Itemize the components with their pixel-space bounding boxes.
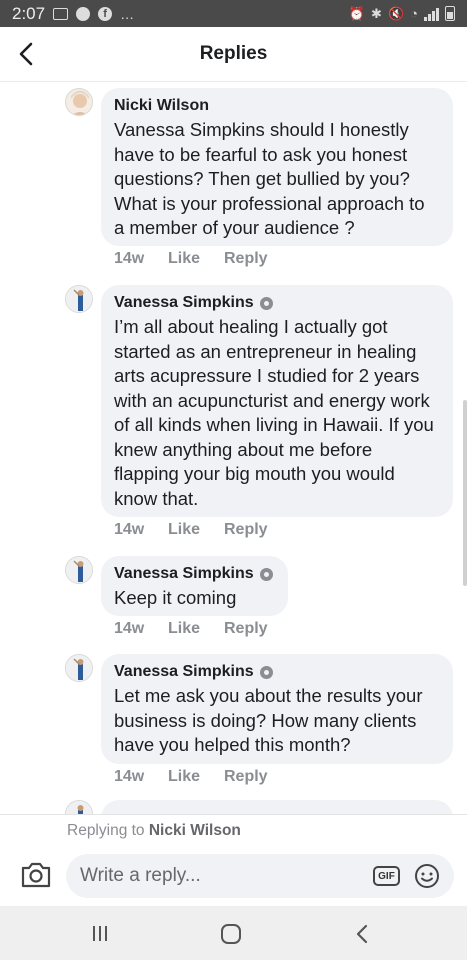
comment-actions: 14w Like Reply [114, 521, 268, 539]
verified-badge-icon [259, 567, 273, 581]
comment-text: Vanessa Simpkins should I honestly have … [114, 119, 425, 238]
gif-button[interactable]: GIF [373, 866, 400, 886]
comment-text: Let me ask you about the results your bu… [114, 685, 423, 755]
recent-apps-button[interactable] [91, 925, 109, 942]
comment-actions: 14w Like Reply [114, 768, 268, 786]
mute-icon: 🔇 [387, 5, 405, 21]
comment-bubble[interactable]: Nicki Wilson Vanessa Simpkins should I h… [101, 88, 453, 246]
avatar-image [66, 655, 92, 681]
alarm-icon: ⏰ [348, 5, 366, 21]
back-button[interactable] [12, 39, 40, 69]
comment-time: 14w [114, 620, 145, 637]
reply-button[interactable]: Reply [224, 768, 268, 786]
author-name[interactable]: Vanessa Simpkins [114, 293, 254, 313]
reply-button[interactable]: Reply [224, 250, 268, 268]
status-time: 2:07 [12, 3, 46, 23]
comment-time: 14w [114, 250, 145, 267]
comment-actions: 14w Like Reply [114, 620, 268, 638]
scrollbar[interactable] [463, 400, 467, 586]
messenger-icon [76, 6, 91, 21]
comment-actions: 14w Like Reply [114, 250, 268, 268]
system-back-icon [356, 924, 368, 944]
author-name[interactable]: Vanessa Simpkins [114, 662, 254, 682]
signal-icon [424, 7, 439, 21]
like-button[interactable]: Like [168, 620, 224, 638]
avatar[interactable] [65, 88, 93, 116]
emoji-icon [415, 864, 439, 888]
back-arrow-icon [19, 42, 33, 66]
more-notifications-icon: … [120, 5, 136, 22]
emoji-button[interactable] [414, 863, 440, 889]
comment-text: Keep it coming [114, 587, 237, 608]
avatar-image [66, 801, 92, 814]
comment-author[interactable]: Vanessa Simpkins [114, 293, 439, 313]
system-back-button[interactable] [353, 924, 371, 944]
reply-button[interactable]: Reply [224, 521, 268, 539]
camera-button[interactable] [20, 860, 52, 890]
comment-author[interactable]: Vanessa Simpkins [114, 564, 274, 584]
header: Replies [0, 27, 467, 82]
avatar-image [66, 89, 92, 115]
comment-author[interactable]: Nicki Wilson [114, 96, 439, 116]
replying-to-name[interactable]: Nicki Wilson [149, 822, 241, 839]
like-button[interactable]: Like [168, 250, 224, 268]
comment-bubble[interactable]: Vanessa Simpkins Keep it coming [101, 556, 288, 616]
home-button[interactable] [221, 924, 241, 944]
status-bar: 2:07 f … ⏰ ✱ 🔇 ◔ [0, 0, 467, 27]
verified-badge-icon [259, 665, 273, 679]
reply-placeholder: Write a reply... [80, 865, 201, 886]
author-name[interactable]: Nicki Wilson [114, 96, 209, 116]
camera-icon [21, 862, 51, 888]
avatar[interactable] [65, 285, 93, 313]
comment-author[interactable]: Vanessa Simpkins [114, 662, 439, 682]
comment-text: I’m all about healing I actually got sta… [114, 316, 434, 509]
reply-composer: Write a reply... GIF [0, 848, 467, 906]
like-button[interactable]: Like [168, 521, 224, 539]
android-nav-bar [0, 906, 467, 960]
page-title: Replies [199, 43, 268, 64]
avatar[interactable] [65, 654, 93, 682]
avatar[interactable] [65, 556, 93, 584]
wifi-icon: ◔ [410, 6, 418, 21]
author-name[interactable]: Vanessa Simpkins [114, 564, 254, 584]
comment-time: 14w [114, 768, 145, 785]
comment-time: 14w [114, 521, 145, 538]
bluetooth-icon: ✱ [371, 5, 382, 21]
like-button[interactable]: Like [168, 768, 224, 786]
recent-apps-icon [93, 926, 107, 941]
battery-icon [445, 6, 455, 21]
comment-bubble[interactable]: Vanessa Simpkins I’m all about healing I… [101, 285, 453, 517]
avatar[interactable] [65, 800, 93, 814]
comments-list[interactable]: Nicki Wilson Vanessa Simpkins should I h… [0, 82, 467, 814]
facebook-icon: f [98, 6, 113, 21]
comment-bubble[interactable]: Vanessa Simpkins Let me ask you about th… [101, 654, 453, 764]
comment-bubble[interactable] [101, 800, 453, 814]
replying-prefix: Replying to [67, 822, 145, 839]
avatar-image [66, 286, 92, 312]
gallery-icon [53, 7, 69, 20]
verified-badge-icon [259, 296, 273, 310]
avatar-image [66, 557, 92, 583]
replying-to-label: Replying to Nicki Wilson [0, 814, 467, 848]
reply-button[interactable]: Reply [224, 620, 268, 638]
